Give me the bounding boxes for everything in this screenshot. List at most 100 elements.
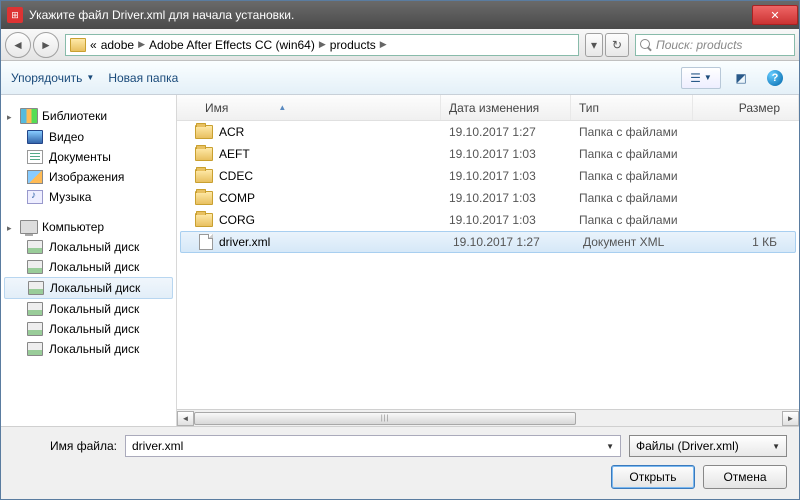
tree-videos[interactable]: Видео xyxy=(1,127,176,147)
folder-icon xyxy=(195,191,213,205)
sort-asc-icon: ▲ xyxy=(278,103,286,112)
new-folder-button[interactable]: Новая папка xyxy=(108,71,178,85)
file-name: CDEC xyxy=(219,169,253,183)
tree-disk[interactable]: Локальный диск xyxy=(4,277,173,299)
file-type-filter[interactable]: Файлы (Driver.xml) ▼ xyxy=(629,435,787,457)
tree-disk[interactable]: Локальный диск xyxy=(1,299,176,319)
expand-icon[interactable]: ▸ xyxy=(7,112,16,121)
folder-icon xyxy=(195,169,213,183)
scroll-left-button[interactable]: ◄ xyxy=(177,411,194,426)
chevron-right-icon: ▶ xyxy=(138,39,145,50)
col-size[interactable]: Размер xyxy=(693,95,799,120)
file-date: 19.10.2017 1:03 xyxy=(441,147,571,161)
crumb-prefix: « xyxy=(90,38,97,52)
col-name[interactable]: Имя▲ xyxy=(177,95,441,120)
file-row[interactable]: CDEC 19.10.2017 1:03Папка с файлами xyxy=(177,165,799,187)
file-name: CORG xyxy=(219,213,255,227)
folder-icon xyxy=(195,147,213,161)
close-button[interactable]: ✕ xyxy=(752,5,798,25)
file-date: 19.10.2017 1:03 xyxy=(441,213,571,227)
file-type: Папка с файлами xyxy=(571,191,693,205)
crumb-ae[interactable]: Adobe After Effects CC (win64) xyxy=(149,38,315,52)
file-date: 19.10.2017 1:03 xyxy=(441,191,571,205)
tree-pictures[interactable]: Изображения xyxy=(1,167,176,187)
file-date: 19.10.2017 1:27 xyxy=(445,235,575,249)
app-icon: ⊞ xyxy=(7,7,23,23)
preview-pane-button[interactable]: ◩ xyxy=(727,67,755,89)
tree-disk[interactable]: Локальный диск xyxy=(1,237,176,257)
file-type: Папка с файлами xyxy=(571,125,693,139)
chevron-down-icon: ▼ xyxy=(86,73,94,82)
crumb-adobe[interactable]: adobe xyxy=(101,38,134,52)
chevron-right-icon: ▶ xyxy=(319,39,326,50)
file-row[interactable]: AEFT 19.10.2017 1:03Папка с файлами xyxy=(177,143,799,165)
music-icon xyxy=(27,190,43,204)
search-input[interactable]: Поиск: products xyxy=(635,34,795,56)
file-row[interactable]: driver.xml19.10.2017 1:27Документ XML1 К… xyxy=(180,231,796,253)
organize-menu[interactable]: Упорядочить ▼ xyxy=(11,71,94,85)
scroll-right-button[interactable]: ► xyxy=(782,411,799,426)
dialog-footer: Имя файла: driver.xml ▼ Файлы (Driver.xm… xyxy=(1,426,799,499)
address-dropdown[interactable]: ▾ xyxy=(585,33,603,57)
open-button[interactable]: Открыть xyxy=(611,465,695,489)
file-row[interactable]: CORG 19.10.2017 1:03Папка с файлами xyxy=(177,209,799,231)
navigation-tree: ▸ Библиотеки Видео Документы Изображения… xyxy=(1,95,177,426)
horizontal-scrollbar[interactable]: ◄ ||| ► xyxy=(177,409,799,426)
file-open-dialog: ⊞ Укажите файл Driver.xml для начала уст… xyxy=(0,0,800,500)
file-name: COMP xyxy=(219,191,255,205)
cancel-button[interactable]: Отмена xyxy=(703,465,787,489)
filename-input[interactable]: driver.xml ▼ xyxy=(125,435,621,457)
disk-icon xyxy=(27,240,43,254)
file-row[interactable]: COMP 19.10.2017 1:03Папка с файлами xyxy=(177,187,799,209)
tree-libraries[interactable]: ▸ Библиотеки xyxy=(1,105,176,127)
address-bar[interactable]: « adobe ▶ Adobe After Effects CC (win64)… xyxy=(65,34,579,56)
file-type: Папка с файлами xyxy=(571,147,693,161)
disk-icon xyxy=(27,342,43,356)
xml-file-icon xyxy=(199,234,213,250)
search-icon xyxy=(640,39,652,51)
tree-disk[interactable]: Локальный диск xyxy=(1,257,176,277)
navigation-bar: ◄ ► « adobe ▶ Adobe After Effects CC (wi… xyxy=(1,29,799,61)
disk-icon xyxy=(27,260,43,274)
folder-icon xyxy=(195,125,213,139)
file-type: Папка с файлами xyxy=(571,213,693,227)
file-type: Папка с файлами xyxy=(571,169,693,183)
file-list-pane: Имя▲ Дата изменения Тип Размер ACR19.10.… xyxy=(177,95,799,426)
disk-icon xyxy=(28,281,44,295)
computer-icon xyxy=(20,220,38,234)
col-date[interactable]: Дата изменения xyxy=(441,95,571,120)
file-name: AEFT xyxy=(219,147,250,161)
tree-disk[interactable]: Локальный диск xyxy=(1,319,176,339)
document-icon xyxy=(27,150,43,164)
file-date: 19.10.2017 1:03 xyxy=(441,169,571,183)
help-icon: ? xyxy=(767,70,783,86)
file-size: 1 КБ xyxy=(697,235,795,249)
file-name: driver.xml xyxy=(219,235,270,249)
back-button[interactable]: ◄ xyxy=(5,32,31,58)
disk-icon xyxy=(27,302,43,316)
refresh-button[interactable]: ↻ xyxy=(605,33,629,57)
video-icon xyxy=(27,130,43,144)
forward-button[interactable]: ► xyxy=(33,32,59,58)
tree-disk[interactable]: Локальный диск xyxy=(1,339,176,359)
tree-computer[interactable]: ▸ Компьютер xyxy=(1,217,176,237)
toolbar: Упорядочить ▼ Новая папка ☰ ▼ ◩ ? xyxy=(1,61,799,95)
column-headers: Имя▲ Дата изменения Тип Размер xyxy=(177,95,799,121)
titlebar[interactable]: ⊞ Укажите файл Driver.xml для начала уст… xyxy=(1,1,799,29)
expand-icon[interactable]: ▸ xyxy=(7,223,16,232)
file-row[interactable]: ACR19.10.2017 1:27Папка с файлами xyxy=(177,121,799,143)
file-name: ACR xyxy=(219,125,244,139)
view-mode-button[interactable]: ☰ ▼ xyxy=(681,67,721,89)
tree-music[interactable]: Музыка xyxy=(1,187,176,207)
col-type[interactable]: Тип xyxy=(571,95,693,120)
chevron-down-icon[interactable]: ▼ xyxy=(606,442,614,451)
scroll-track[interactable]: ||| xyxy=(194,411,782,426)
pictures-icon xyxy=(27,170,43,184)
chevron-down-icon[interactable]: ▼ xyxy=(772,442,780,451)
scroll-thumb[interactable]: ||| xyxy=(194,412,576,425)
tree-documents[interactable]: Документы xyxy=(1,147,176,167)
crumb-products[interactable]: products xyxy=(330,38,376,52)
help-button[interactable]: ? xyxy=(761,67,789,89)
file-list[interactable]: ACR19.10.2017 1:27Папка с файламиAEFT19.… xyxy=(177,121,799,409)
filename-label: Имя файла: xyxy=(13,439,117,453)
